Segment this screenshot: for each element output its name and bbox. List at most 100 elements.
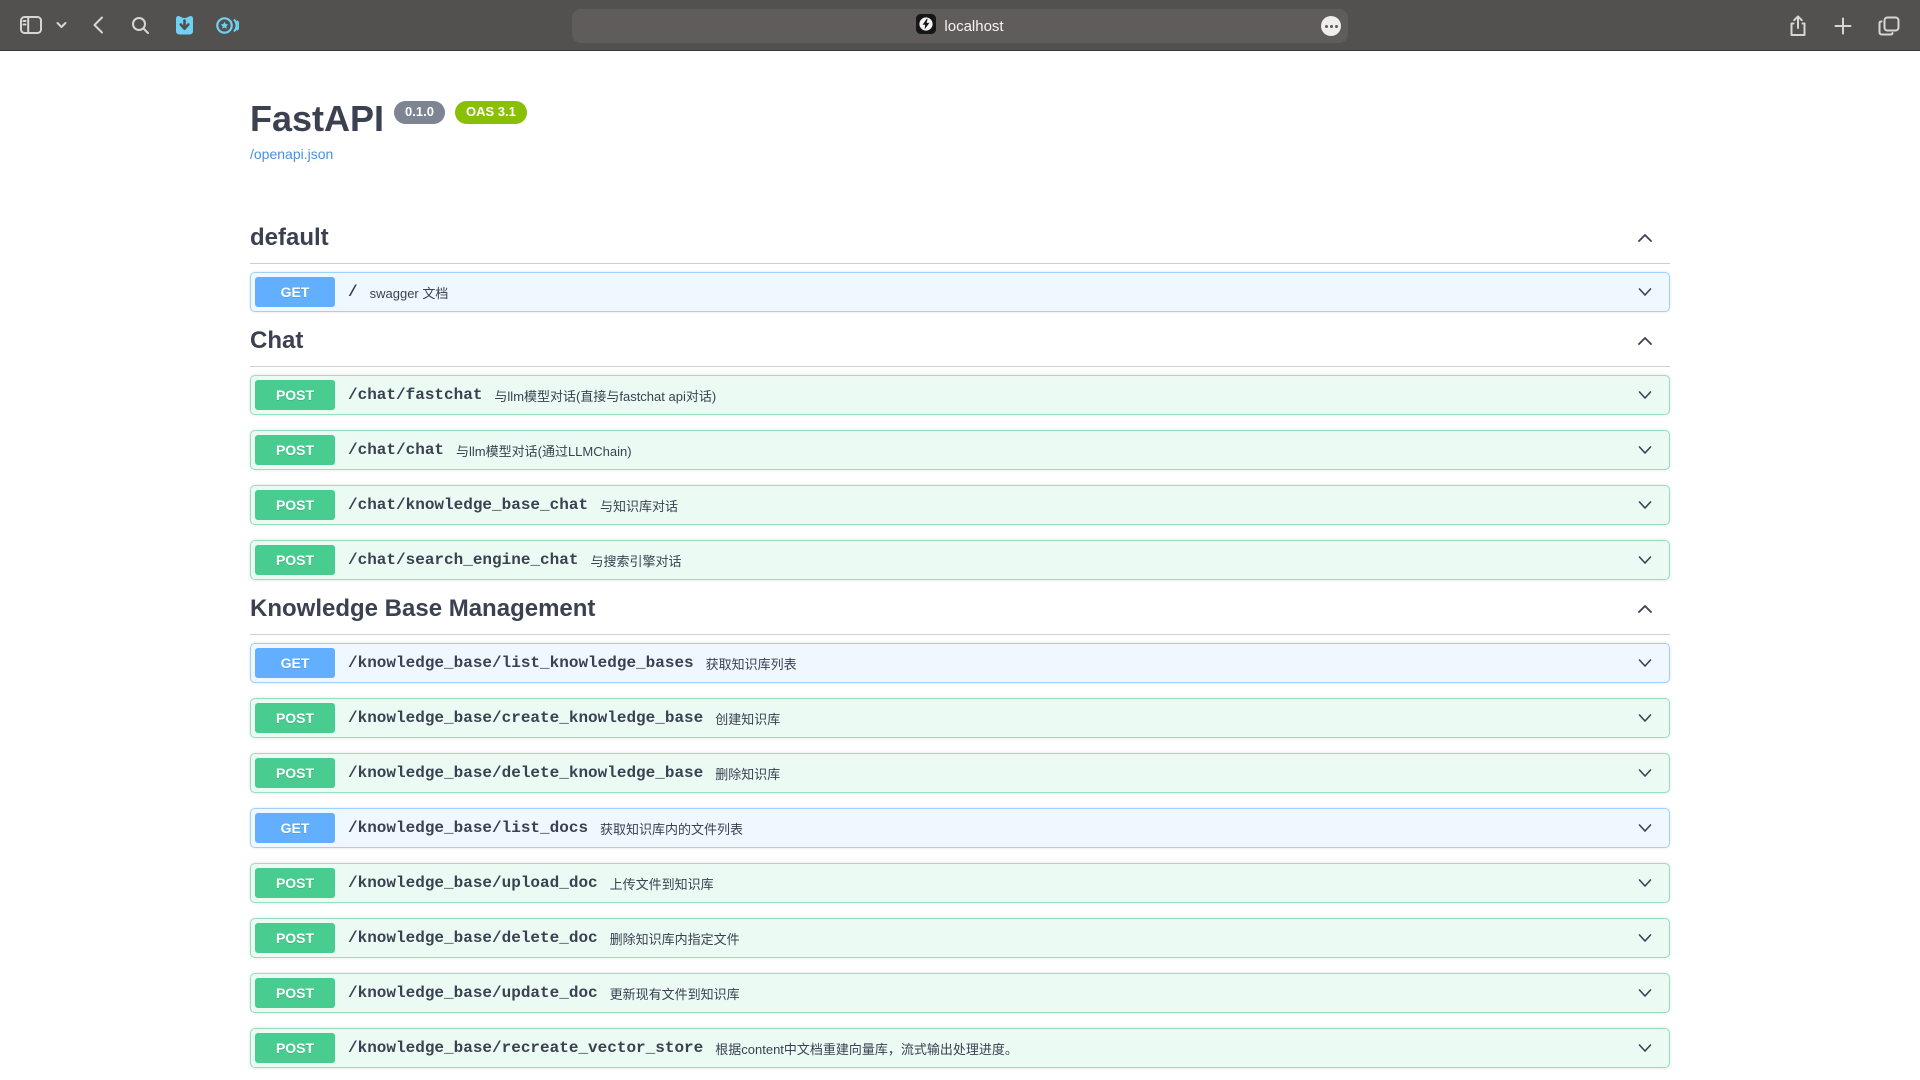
collapse-section-icon[interactable] [1634,227,1656,249]
tab-overview-button[interactable] [1876,14,1902,38]
endpoint-path: /knowledge_base/create_knowledge_base [348,709,703,727]
section-title: Chat [250,327,303,355]
endpoint-row[interactable]: POST /knowledge_base/recreate_vector_sto… [250,1028,1670,1068]
share-button[interactable] [1786,12,1810,40]
endpoint-row[interactable]: POST /chat/chat 与llm模型对话(通过LLMChain) [250,430,1670,470]
openapi-spec-link[interactable]: /openapi.json [250,146,333,162]
endpoint-path: /chat/knowledge_base_chat [348,496,588,514]
expand-endpoint-icon[interactable] [1635,653,1655,673]
endpoint-path: /knowledge_base/update_doc [348,984,598,1002]
endpoint-row[interactable]: POST /chat/knowledge_base_chat 与知识库对话 [250,485,1670,525]
expand-endpoint-icon[interactable] [1635,708,1655,728]
browser-toolbar: localhost [0,0,1920,51]
tab-overview-icon [1878,16,1900,36]
extension-download-button[interactable] [172,12,197,38]
endpoint-description: swagger 文档 [370,283,1625,302]
method-badge: GET [255,813,335,843]
chevron-down-icon [56,21,67,29]
method-badge: POST [255,758,335,788]
endpoint-path: /chat/fastchat [348,386,482,404]
section-title: default [250,224,329,252]
new-tab-button[interactable] [1832,15,1854,37]
expand-endpoint-icon[interactable] [1635,495,1655,515]
expand-endpoint-icon[interactable] [1635,282,1655,302]
api-section: Chat POST /chat/fastchat 与llm模型对话(直接与fas… [250,327,1670,580]
sidebar-toggle-button[interactable] [18,14,44,36]
method-badge: POST [255,923,335,953]
sidebar-menu-button[interactable] [54,19,69,31]
search-button[interactable] [129,14,152,37]
endpoint-path: /knowledge_base/list_docs [348,819,588,837]
endpoint-description: 删除知识库 [715,764,1625,783]
endpoint-row[interactable]: POST /knowledge_base/update_doc 更新现有文件到知… [250,973,1670,1013]
method-badge: GET [255,648,335,678]
expand-endpoint-icon[interactable] [1635,983,1655,1003]
sidebar-icon [20,16,42,34]
method-badge: POST [255,868,335,898]
expand-endpoint-icon[interactable] [1635,873,1655,893]
endpoint-description: 与llm模型对话(通过LLMChain) [456,441,1625,460]
endpoint-path: /knowledge_base/delete_knowledge_base [348,764,703,782]
endpoint-description: 与搜索引擎对话 [590,551,1625,570]
expand-endpoint-icon[interactable] [1635,928,1655,948]
endpoint-row[interactable]: GET /knowledge_base/list_knowledge_bases… [250,643,1670,683]
endpoint-row[interactable]: GET /knowledge_base/list_docs 获取知识库内的文件列… [250,808,1670,848]
plus-icon [1834,17,1852,35]
endpoint-row[interactable]: POST /chat/fastchat 与llm模型对话(直接与fastchat… [250,375,1670,415]
endpoint-path: /knowledge_base/list_knowledge_bases [348,654,694,672]
section-header[interactable]: Chat [250,327,1670,367]
endpoint-path: /chat/chat [348,441,444,459]
swagger-page: FastAPI 0.1.0 OAS 3.1 /openapi.json defa… [0,51,1920,1080]
endpoint-path: /knowledge_base/upload_doc [348,874,598,892]
endpoint-path: /chat/search_engine_chat [348,551,578,569]
address-bar-url: localhost [944,18,1003,35]
extension-star-button[interactable] [213,13,241,38]
share-icon [1788,14,1808,38]
endpoint-row[interactable]: POST /knowledge_base/create_knowledge_ba… [250,698,1670,738]
method-badge: POST [255,703,335,733]
expand-endpoint-icon[interactable] [1635,550,1655,570]
api-section: default GET / swagger 文档 [250,224,1670,312]
endpoint-description: 上传文件到知识库 [610,874,1625,893]
collapse-section-icon[interactable] [1634,330,1656,352]
back-button[interactable] [89,13,107,37]
endpoint-row[interactable]: GET / swagger 文档 [250,272,1670,312]
section-header[interactable]: default [250,224,1670,264]
api-section: Knowledge Base Management GET /knowledge… [250,595,1670,1068]
endpoint-description: 获取知识库列表 [706,654,1625,673]
search-icon [131,16,150,35]
api-info: FastAPI 0.1.0 OAS 3.1 /openapi.json [250,98,1670,164]
expand-endpoint-icon[interactable] [1635,763,1655,783]
site-favicon [916,14,936,39]
expand-endpoint-icon[interactable] [1635,385,1655,405]
endpoint-description: 删除知识库内指定文件 [610,929,1625,948]
endpoint-row[interactable]: POST /knowledge_base/upload_doc 上传文件到知识库 [250,863,1670,903]
section-title: Knowledge Base Management [250,595,595,623]
endpoint-description: 获取知识库内的文件列表 [600,819,1625,838]
section-header[interactable]: Knowledge Base Management [250,595,1670,635]
sections-list: default GET / swagger 文档 Chat [250,224,1670,1068]
method-badge: POST [255,380,335,410]
address-bar[interactable]: localhost [572,9,1348,43]
page-title: FastAPI [250,98,384,139]
collapse-section-icon[interactable] [1634,598,1656,620]
method-badge: POST [255,978,335,1008]
endpoint-row[interactable]: POST /chat/search_engine_chat 与搜索引擎对话 [250,540,1670,580]
endpoint-path: /knowledge_base/recreate_vector_store [348,1039,703,1057]
expand-endpoint-icon[interactable] [1635,440,1655,460]
page-options-icon[interactable] [1321,16,1341,36]
endpoint-row[interactable]: POST /knowledge_base/delete_knowledge_ba… [250,753,1670,793]
operations: GET /knowledge_base/list_knowledge_bases… [250,643,1670,1068]
expand-endpoint-icon[interactable] [1635,818,1655,838]
operations: POST /chat/fastchat 与llm模型对话(直接与fastchat… [250,375,1670,580]
method-badge: GET [255,277,335,307]
endpoint-description: 更新现有文件到知识库 [610,984,1625,1003]
endpoint-row[interactable]: POST /knowledge_base/delete_doc 删除知识库内指定… [250,918,1670,958]
endpoint-path: /knowledge_base/delete_doc [348,929,598,947]
method-badge: POST [255,435,335,465]
method-badge: POST [255,490,335,520]
endpoint-description: 创建知识库 [715,709,1625,728]
back-icon [91,15,105,35]
expand-endpoint-icon[interactable] [1635,1038,1655,1058]
version-badge: 0.1.0 [394,101,445,124]
